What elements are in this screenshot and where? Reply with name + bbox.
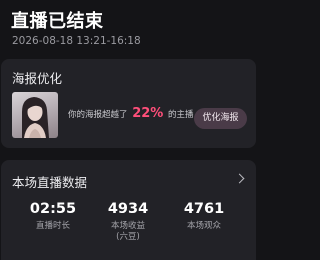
live-time-range: 2026-08-18 13:21-16:18 bbox=[12, 35, 141, 47]
stat-label-main: 本场收益 bbox=[110, 221, 145, 231]
poster-rank-percent: 22% bbox=[132, 106, 164, 121]
poster-rank-prefix: 你的海报超越了 bbox=[68, 110, 128, 120]
poster-optimization-card: 海报优化 你的海报超越了 22% 的主播 优化海报 bbox=[1, 59, 256, 148]
stat-label-unit: (六豆) bbox=[116, 232, 140, 242]
stat-earnings: 4934 本场收益 (六豆) bbox=[98, 201, 158, 243]
optimize-poster-button[interactable]: 优化海报 bbox=[194, 108, 247, 129]
stat-duration: 02:55 直播时长 bbox=[23, 201, 83, 232]
stats-card-title: 本场直播数据 bbox=[12, 175, 88, 190]
stat-viewers: 4761 本场观众 bbox=[174, 201, 234, 232]
stat-value: 02:55 bbox=[29, 201, 77, 217]
poster-card-title: 海报优化 bbox=[12, 71, 63, 86]
page-title: 直播已结束 bbox=[11, 11, 104, 32]
stat-value: 4761 bbox=[183, 201, 225, 217]
poster-rank-suffix: 的主播 bbox=[168, 110, 194, 120]
live-stats-card[interactable]: 本场直播数据 02:55 直播时长 4934 本场收益 (六豆) 4761 本场… bbox=[1, 160, 256, 260]
stat-value: 4934 bbox=[107, 201, 149, 217]
stat-label: 直播时长 bbox=[35, 221, 70, 231]
poster-rank-text: 你的海报超越了 22% 的主播 bbox=[68, 106, 194, 121]
chevron-right-icon[interactable] bbox=[234, 173, 245, 184]
stat-label: 本场收益 (六豆) bbox=[98, 221, 158, 243]
stat-label: 本场观众 bbox=[186, 221, 221, 231]
poster-thumbnail bbox=[12, 92, 58, 138]
